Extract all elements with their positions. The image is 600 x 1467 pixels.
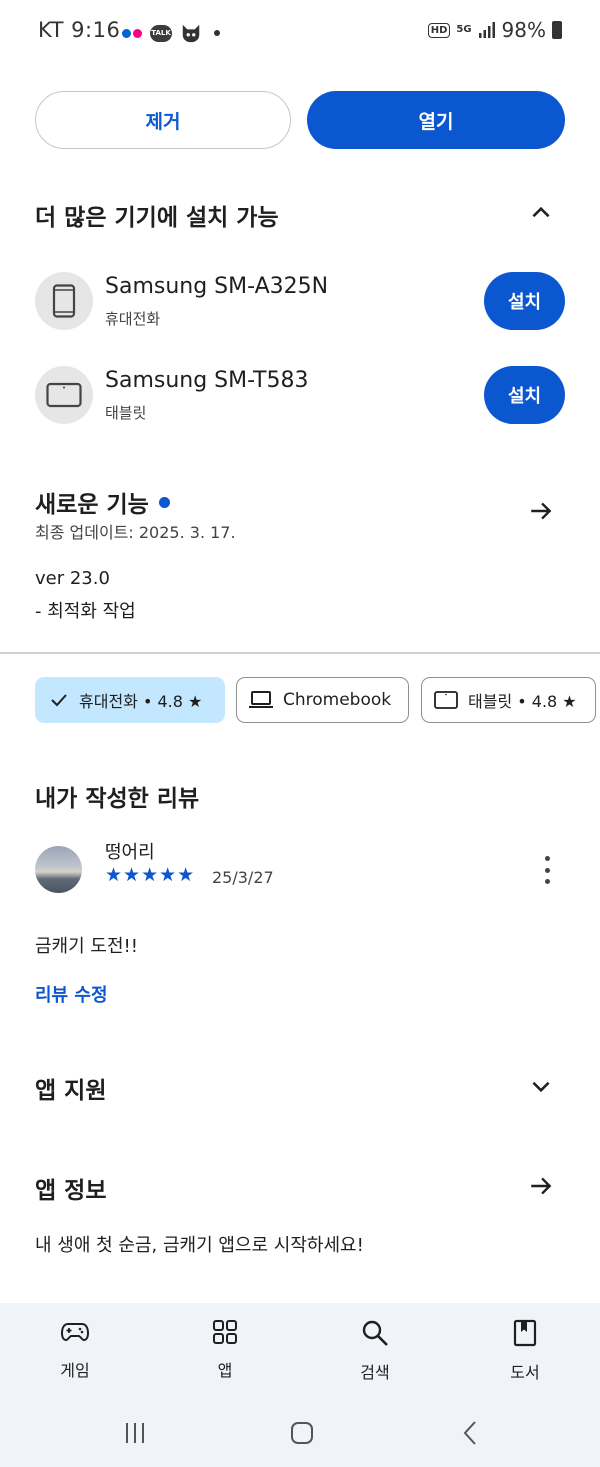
my-review-title: 내가 작성한 리뷰 <box>35 786 200 812</box>
review-text: 금캐기 도전!! <box>35 936 138 957</box>
search-icon <box>362 1320 388 1346</box>
apps-grid-icon <box>213 1320 237 1344</box>
device-name: Samsung SM-A325N <box>105 274 329 299</box>
phone-icon <box>52 284 76 318</box>
cat-app-icon <box>182 24 200 43</box>
chip-label: 태블릿 • 4.8 ★ <box>468 692 577 711</box>
more-options-icon[interactable] <box>540 856 554 884</box>
status-carrier-time: KT 9:16 <box>38 18 120 42</box>
clock: 9:16 <box>71 18 121 42</box>
status-bar: KT 9:16 TALK HD 5G 98% <box>0 0 600 64</box>
kakaotalk-icon: TALK <box>150 24 172 42</box>
review-date: 25/3/27 <box>212 868 274 887</box>
nav-item-books[interactable]: 도서 <box>480 1319 570 1383</box>
tablet-icon <box>434 691 458 709</box>
edit-review-link[interactable]: 리뷰 수정 <box>35 981 108 1007</box>
open-button[interactable]: 열기 <box>307 91 565 149</box>
chip-label: Chromebook <box>283 690 392 710</box>
app-description: 내 생애 첫 순금, 금캐기 앱으로 시작하세요! <box>35 1235 364 1256</box>
network-5g-icon: 5G <box>456 24 472 35</box>
device-type: 휴대전화 <box>105 310 161 328</box>
more-devices-title: 더 많은 기기에 설치 가능 <box>35 205 279 231</box>
nav-label: 검색 <box>360 1363 390 1382</box>
chip-tablet[interactable]: 태블릿 • 4.8 ★ <box>421 677 596 723</box>
battery-percent: 98% <box>501 18 546 42</box>
release-notes: - 최적화 작업 <box>35 601 136 622</box>
app-support-title[interactable]: 앱 지원 <box>35 1071 107 1105</box>
whats-new-header[interactable]: 새로운 기능 <box>35 485 170 519</box>
new-indicator-dot <box>158 497 170 508</box>
home-icon[interactable] <box>287 1418 317 1448</box>
flickr-icon <box>122 28 142 38</box>
signal-icon <box>478 22 495 38</box>
check-icon <box>51 694 67 707</box>
arrow-right-icon[interactable] <box>528 498 554 524</box>
version-text: ver 23.0 <box>35 568 110 589</box>
section-divider <box>0 652 600 654</box>
chevron-down-icon[interactable] <box>528 1073 554 1099</box>
device-name: Samsung SM-T583 <box>105 368 309 393</box>
nav-label: 게임 <box>60 1361 90 1380</box>
recent-apps-icon[interactable] <box>120 1418 150 1448</box>
system-status-icons: HD 5G 98% <box>427 18 562 42</box>
chip-phone[interactable]: 휴대전화 • 4.8 ★ <box>35 677 225 723</box>
device-type: 태블릿 <box>105 404 147 422</box>
notification-icons: TALK <box>122 22 220 44</box>
chip-label: 휴대전화 • 4.8 ★ <box>79 692 203 711</box>
nav-item-games[interactable]: 게임 <box>30 1319 120 1381</box>
hd-voice-icon: HD <box>427 22 451 38</box>
arrow-right-icon[interactable] <box>528 1173 554 1199</box>
nav-label: 앱 <box>217 1361 233 1380</box>
carrier-label: KT <box>38 18 64 42</box>
install-button[interactable]: 설치 <box>484 272 565 330</box>
gamepad-icon <box>60 1323 90 1342</box>
nav-item-apps[interactable]: 앱 <box>180 1319 270 1381</box>
app-action-buttons: 제거 열기 <box>35 91 565 149</box>
install-button[interactable]: 설치 <box>484 366 565 424</box>
device-icon-badge <box>35 366 93 424</box>
reviewer-name: 떵어리 <box>105 842 155 863</box>
uninstall-button[interactable]: 제거 <box>35 91 291 149</box>
laptop-icon <box>249 691 273 708</box>
device-row: Samsung SM-T583 태블릿 설치 <box>35 366 565 426</box>
more-notifications-dot <box>214 30 220 36</box>
device-row: Samsung SM-A325N 휴대전화 설치 <box>35 272 565 332</box>
chip-chromebook[interactable]: Chromebook <box>236 677 409 723</box>
back-icon[interactable] <box>456 1418 486 1448</box>
star-rating: ★★★★★ <box>105 864 196 886</box>
tablet-icon <box>46 382 82 408</box>
last-updated: 최종 업데이트: 2025. 3. 17. <box>35 523 236 542</box>
book-icon <box>513 1319 537 1347</box>
chevron-up-icon[interactable] <box>528 200 554 226</box>
whats-new-title: 새로운 기능 <box>35 492 149 518</box>
nav-item-search[interactable]: 검색 <box>330 1319 420 1383</box>
avatar <box>35 846 82 893</box>
app-info-title[interactable]: 앱 정보 <box>35 1171 107 1205</box>
nav-label: 도서 <box>510 1363 540 1382</box>
device-icon-badge <box>35 272 93 330</box>
battery-icon <box>552 21 562 39</box>
